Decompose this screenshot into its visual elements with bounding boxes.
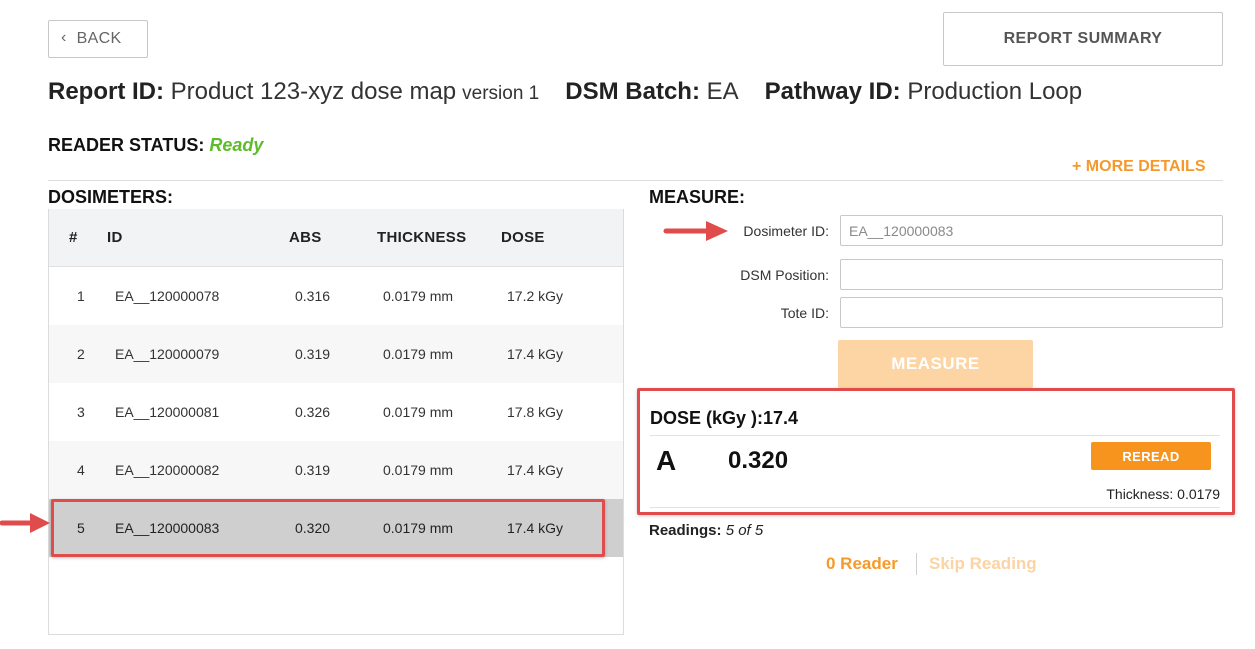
tote-id-input[interactable] — [840, 297, 1223, 328]
report-summary-button[interactable]: REPORT SUMMARY — [943, 12, 1223, 66]
row-thickness: 0.0179 mm — [383, 346, 454, 362]
readings-total: 5 — [754, 522, 764, 539]
dose-readout: DOSE (kGy ):17.4 — [650, 408, 798, 429]
result-divider — [650, 507, 1220, 508]
row-num: 5 — [77, 520, 85, 536]
reader-status-label: READER STATUS: — [48, 135, 205, 155]
thickness-label: Thickness: — [1106, 486, 1174, 502]
link-divider — [916, 553, 917, 575]
dsm-batch-value: EA — [706, 78, 739, 105]
header-divider — [48, 180, 1223, 181]
dosimeters-table: # ID ABS THICKNESS DOSE 1 EA__120000078 … — [48, 209, 624, 635]
back-button[interactable]: ‹ BACK — [48, 20, 148, 58]
row-thickness: 0.0179 mm — [383, 520, 454, 536]
table-row[interactable]: 2 EA__120000079 0.319 0.0179 mm 17.4 kGy — [49, 325, 623, 383]
skip-reading-link[interactable]: Skip Reading — [929, 554, 1037, 574]
dsm-position-label: DSM Position: — [740, 267, 829, 283]
row-thickness: 0.0179 mm — [383, 288, 454, 304]
measure-button[interactable]: MEASURE — [838, 340, 1033, 388]
report-summary-label: REPORT SUMMARY — [1003, 30, 1163, 47]
dsm-position-input[interactable] — [840, 259, 1223, 290]
reread-button[interactable]: REREAD — [1091, 442, 1211, 470]
row-dose: 17.4 kGy — [507, 346, 564, 362]
dose-label: DOSE (kGy ): — [650, 408, 764, 428]
tote-id-label: Tote ID: — [780, 305, 829, 321]
pathway-id-label: Pathway ID: — [764, 78, 901, 105]
readings-counter: Readings: 5 of 5 — [649, 522, 763, 539]
row-abs: 0.316 — [295, 288, 331, 304]
readings-current: 5 — [725, 522, 735, 539]
report-id-label: Report ID: — [48, 78, 164, 105]
dosimeter-id-label: Dosimeter ID: — [743, 223, 829, 239]
pathway-id-group: Pathway ID: Production Loop — [765, 78, 1083, 106]
report-id-value: Product 123-xyz dose map — [170, 78, 457, 105]
row-abs: 0.319 — [295, 346, 331, 362]
row-dose: 17.4 kGy — [507, 462, 564, 478]
row-id: EA__120000083 — [115, 520, 220, 536]
reading-letter: A — [656, 445, 677, 476]
chevron-left-icon: ‹ — [61, 29, 67, 46]
readings-label: Readings: — [649, 522, 722, 539]
row-abs: 0.319 — [295, 462, 331, 478]
row-abs: 0.320 — [295, 520, 331, 536]
row-num: 1 — [77, 288, 85, 304]
reading-value: 0.320 — [728, 447, 789, 474]
row-num: 3 — [77, 404, 85, 420]
column-header-thickness[interactable]: THICKNESS — [377, 229, 466, 246]
pathway-id-value: Production Loop — [907, 78, 1083, 105]
row-id: EA__120000079 — [115, 346, 220, 362]
column-header-id[interactable]: ID — [107, 229, 123, 246]
dose-value: 17.4 — [763, 408, 799, 428]
row-thickness: 0.0179 mm — [383, 404, 454, 420]
report-id-group: Report ID: Product 123-xyz dose map versi… — [48, 78, 539, 106]
report-version: version 1 — [462, 83, 540, 104]
thickness-readout: Thickness: 0.0179 — [1106, 486, 1220, 502]
dsm-batch-label: DSM Batch: — [565, 78, 700, 105]
row-thickness: 0.0179 mm — [383, 462, 454, 478]
dose-result-panel: DOSE (kGy ):17.4 A 0.320 REREAD Thicknes… — [637, 388, 1235, 515]
reader-link[interactable]: 0 Reader — [826, 554, 898, 574]
table-row[interactable]: 4 EA__120000082 0.319 0.0179 mm 17.4 kGy — [49, 441, 623, 499]
table-header: # ID ABS THICKNESS DOSE — [49, 209, 623, 267]
readings-of: of — [738, 522, 751, 539]
row-abs: 0.326 — [295, 404, 331, 420]
column-header-num[interactable]: # — [69, 229, 78, 246]
row-id: EA__120000082 — [115, 462, 220, 478]
row-dose: 17.4 kGy — [507, 520, 564, 536]
column-header-abs[interactable]: ABS — [289, 229, 322, 246]
back-button-label: BACK — [76, 30, 122, 47]
measure-title: MEASURE: — [649, 187, 746, 207]
row-dose: 17.2 kGy — [507, 288, 564, 304]
row-id: EA__120000078 — [115, 288, 220, 304]
report-header: Report ID: Product 123-xyz dose map versi… — [48, 78, 1108, 106]
dosimeters-title: DOSIMETERS: — [48, 187, 174, 207]
table-row-selected[interactable]: 5 EA__120000083 0.320 0.0179 mm 17.4 kGy — [49, 499, 623, 557]
row-dose: 17.8 kGy — [507, 404, 564, 420]
table-row[interactable]: 3 EA__120000081 0.326 0.0179 mm 17.8 kGy — [49, 383, 623, 441]
reader-status: READER STATUS: Ready — [48, 135, 263, 156]
row-id: EA__120000081 — [115, 404, 220, 420]
callout-arrow-icon — [0, 513, 50, 533]
reader-status-value: Ready — [209, 135, 264, 155]
dosimeter-id-input[interactable] — [840, 215, 1223, 246]
row-num: 2 — [77, 346, 85, 362]
dsm-batch-group: DSM Batch: EA — [565, 78, 738, 106]
thickness-value: 0.0179 — [1177, 486, 1220, 502]
column-header-dose[interactable]: DOSE — [501, 229, 545, 246]
result-divider — [650, 435, 1220, 436]
more-details-link[interactable]: + MORE DETAILS — [1072, 158, 1206, 176]
table-row[interactable]: 1 EA__120000078 0.316 0.0179 mm 17.2 kGy — [49, 267, 623, 325]
row-num: 4 — [77, 462, 85, 478]
